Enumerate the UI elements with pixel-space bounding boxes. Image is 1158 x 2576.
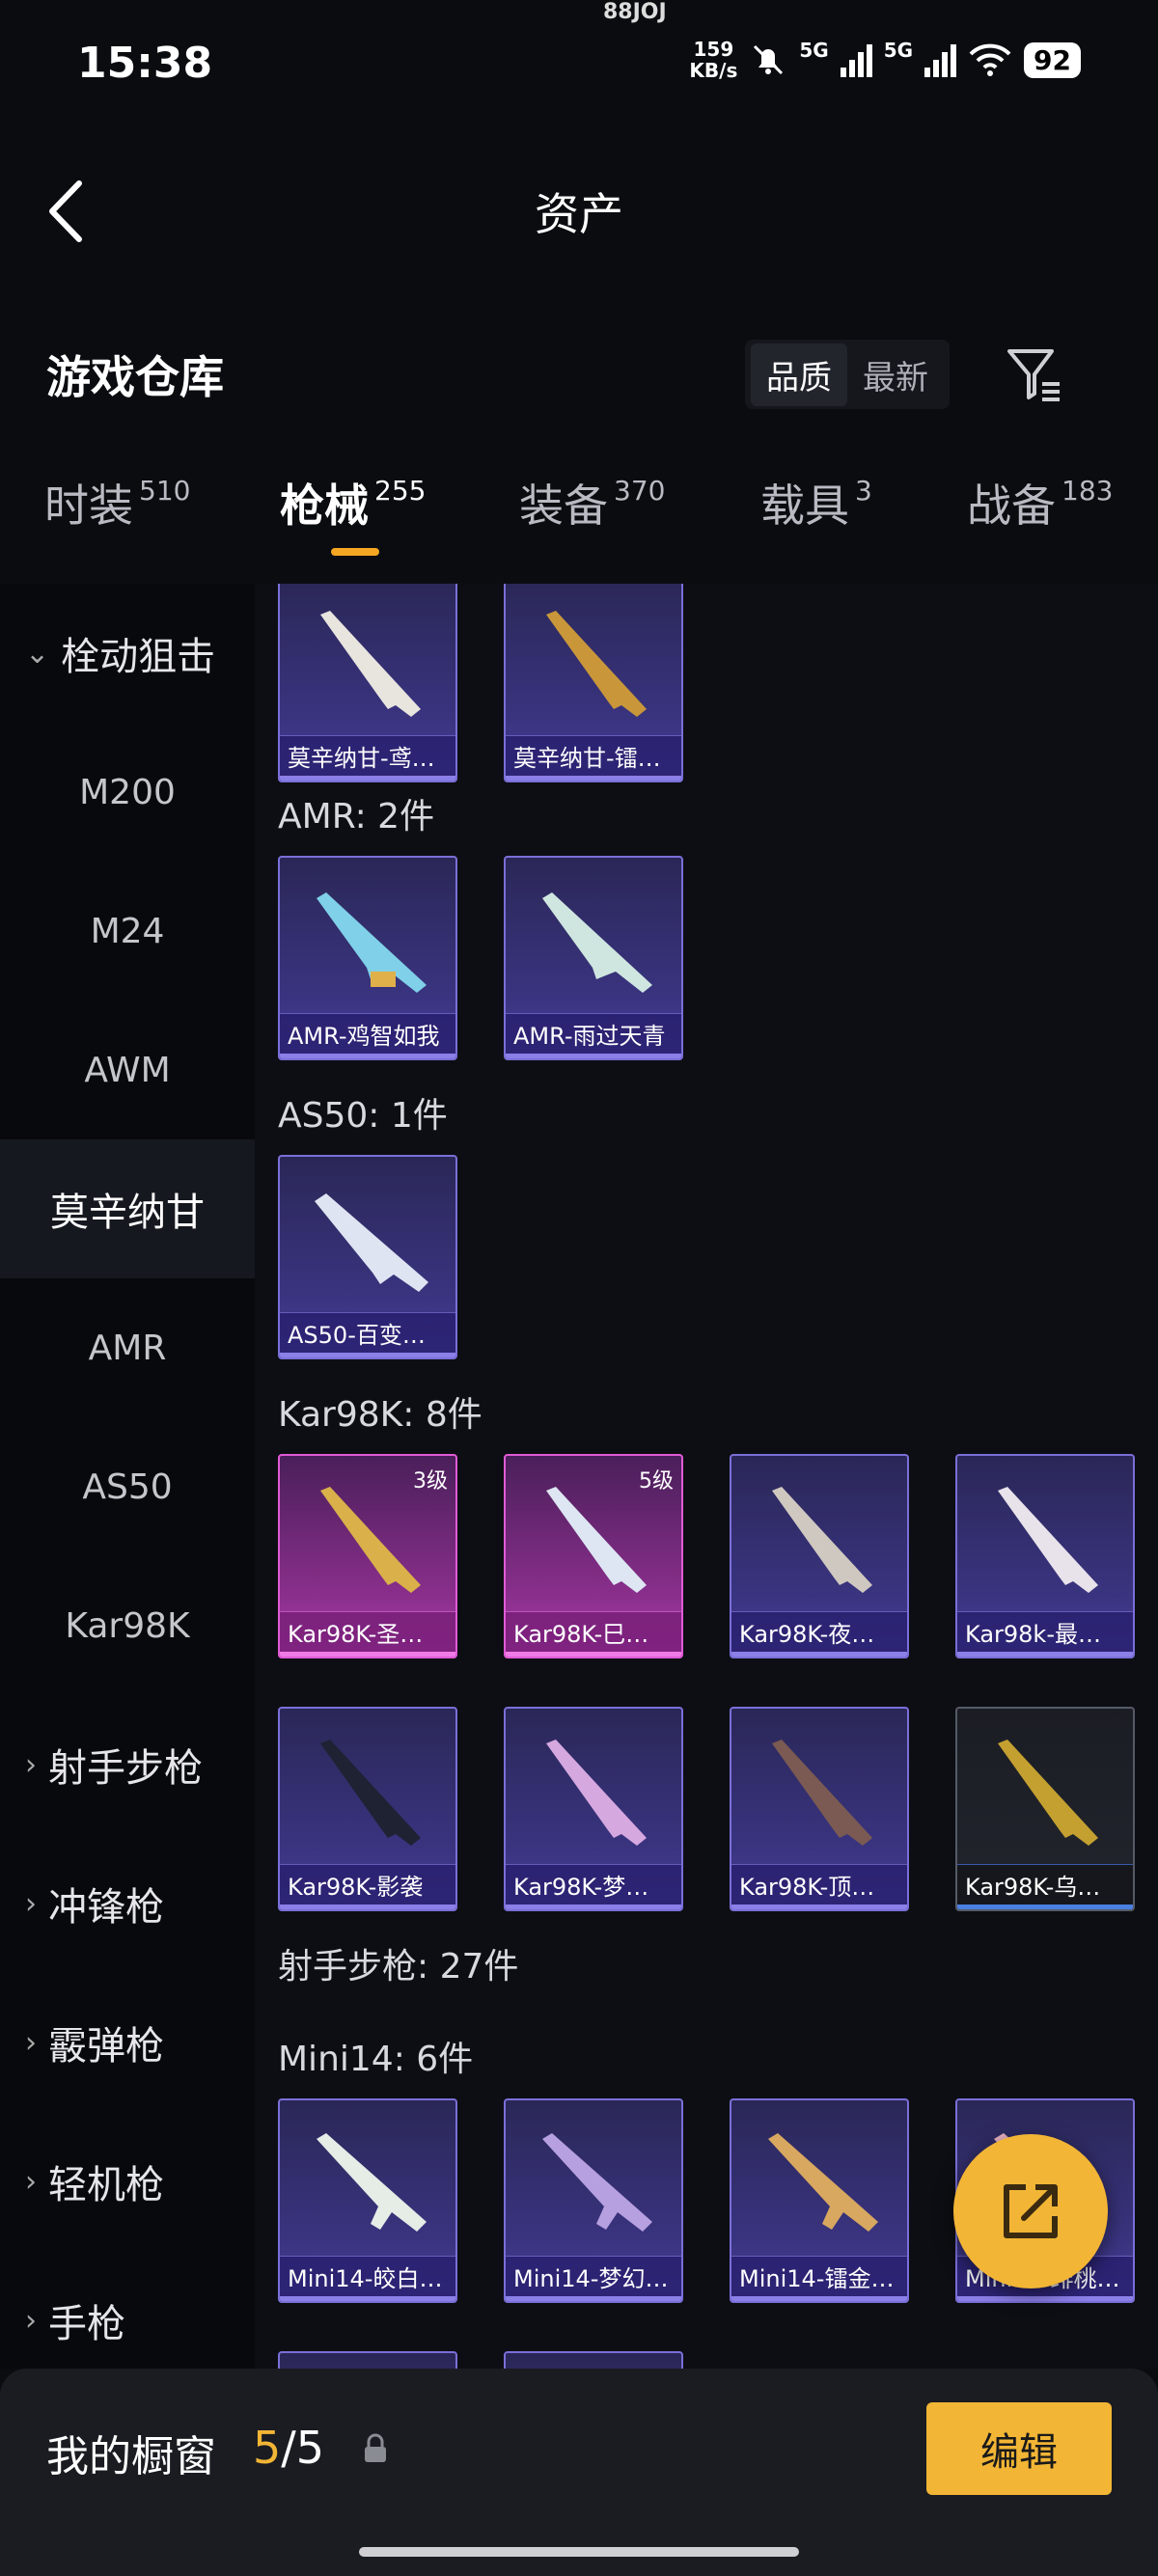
- signal-bars-icon: [840, 42, 872, 77]
- sidebar-item-m200[interactable]: M200: [0, 723, 255, 862]
- rifle-icon: [546, 1740, 647, 1846]
- weapon-card[interactable]: AMR-鸡智如我: [278, 856, 457, 1060]
- mute-bell-icon: [754, 44, 784, 75]
- group-title-kar98k: Kar98K: 8件: [278, 1395, 482, 1435]
- sort-quality-option[interactable]: 品质: [751, 343, 847, 406]
- rifle-icon: [317, 892, 427, 993]
- sidebar-item-marksman[interactable]: › 射手步枪: [0, 1695, 255, 1834]
- share-button[interactable]: [953, 2134, 1108, 2288]
- rifle-icon: [772, 1487, 872, 1593]
- share-icon: [1004, 2184, 1058, 2238]
- sidebar-item-kar98k[interactable]: Kar98K: [0, 1556, 255, 1695]
- rifle-icon: [317, 2133, 427, 2232]
- sidebar-item-lmg[interactable]: › 轻机枪: [0, 2112, 255, 2251]
- rifle-icon: [546, 611, 647, 717]
- signal-5g-label-2: 5G: [883, 39, 914, 62]
- rifle-icon: [546, 1487, 647, 1593]
- weapon-card[interactable]: AMR-雨过天青: [504, 856, 683, 1060]
- sidebar-item-bolt-sniper[interactable]: ⌄ 栓动狙击: [0, 584, 255, 723]
- chevron-right-icon: ›: [25, 1747, 37, 1782]
- battery-indicator: 92: [1024, 41, 1081, 78]
- weapon-card[interactable]: Mini14-皎白…: [278, 2098, 457, 2303]
- weapon-card[interactable]: AS50-百变…: [278, 1155, 457, 1359]
- group-title-mini14: Mini14: 6件: [278, 2040, 474, 2079]
- showcase-count: 5/5: [253, 2422, 325, 2474]
- tab-equipment[interactable]: 装备 370: [519, 471, 665, 534]
- page-title: 资产: [535, 188, 623, 240]
- sidebar-item-amr[interactable]: AMR: [0, 1278, 255, 1417]
- group-title-marksman: 射手步枪: 27件: [278, 1947, 519, 1987]
- rifle-icon: [772, 1740, 872, 1846]
- weapon-card[interactable]: Mini14-镭金…: [730, 2098, 909, 2303]
- weapon-card[interactable]: 莫辛纳甘-鸢…: [278, 584, 457, 782]
- weapon-card[interactable]: Kar98K-影袭: [278, 1707, 457, 1911]
- chevron-down-icon: ⌄: [25, 636, 50, 671]
- signal-bars-icon-2: [924, 42, 957, 77]
- status-time: 15:38: [77, 39, 213, 88]
- weapon-card[interactable]: Kar98k-最…: [955, 1454, 1135, 1658]
- rifle-icon: [320, 1487, 421, 1593]
- weapon-card[interactable]: [278, 2351, 457, 2369]
- rifle-icon: [320, 1740, 421, 1846]
- rifle-icon: [542, 2133, 652, 2232]
- home-indicator[interactable]: [359, 2547, 799, 2557]
- chevron-right-icon: ›: [25, 2303, 37, 2338]
- filter-icon[interactable]: [1004, 343, 1065, 405]
- sidebar-item-m24[interactable]: M24: [0, 862, 255, 1000]
- weapon-card[interactable]: 莫辛纳甘-镭…: [504, 584, 683, 782]
- weapon-card[interactable]: Kar98K-梦…: [504, 1707, 683, 1911]
- sidebar-item-smg[interactable]: › 冲锋枪: [0, 1834, 255, 1973]
- weapon-category-sidebar: ⌄ 栓动狙击 M200 M24 AWM 莫辛纳甘 AMR AS50 Kar98K …: [0, 584, 255, 2369]
- weapon-card[interactable]: Kar98K-夜…: [730, 1454, 909, 1658]
- rifle-icon: [542, 892, 652, 993]
- rifle-icon: [768, 2133, 878, 2232]
- tab-supplies[interactable]: 战备 183: [967, 471, 1113, 534]
- weapon-grid: 莫辛纳甘-鸢… 莫辛纳甘-镭… AMR: 2件 AMR-鸡智如我 AMR-雨过天…: [255, 584, 1158, 2369]
- camera-notch-text: 88JOJ: [603, 0, 667, 24]
- showcase-label: 我的橱窗: [46, 2432, 216, 2481]
- edit-button[interactable]: 编辑: [926, 2402, 1112, 2495]
- tab-fashion[interactable]: 时装 510: [44, 471, 190, 534]
- sidebar-item-mosin[interactable]: 莫辛纳甘: [0, 1139, 255, 1278]
- weapon-card[interactable]: 3级 Kar98K-圣…: [278, 1454, 457, 1658]
- rifle-icon: [315, 1193, 428, 1292]
- section-title: 游戏仓库: [46, 351, 224, 403]
- rifle-icon: [998, 1740, 1098, 1846]
- rifle-icon: [320, 611, 421, 717]
- sort-toggle[interactable]: 品质 最新: [745, 340, 950, 409]
- weapon-card[interactable]: Kar98K-顶…: [730, 1707, 909, 1911]
- group-title-as50: AS50: 1件: [278, 1096, 448, 1136]
- signal-5g-label-1: 5G: [799, 39, 829, 62]
- sidebar-item-awm[interactable]: AWM: [0, 1000, 255, 1139]
- weapon-card[interactable]: 5级 Kar98K-巳…: [504, 1454, 683, 1658]
- sidebar-item-shotgun[interactable]: › 霰弹枪: [0, 1973, 255, 2112]
- chevron-right-icon: ›: [25, 2025, 37, 2060]
- rifle-icon: [998, 1487, 1098, 1593]
- lock-icon: [365, 2433, 386, 2462]
- weapon-card[interactable]: Kar98K-乌…: [955, 1707, 1135, 1911]
- sort-newest-option[interactable]: 最新: [847, 343, 944, 406]
- chevron-right-icon: ›: [25, 1886, 37, 1921]
- status-icons: 159 KB/s 5G 5G 92: [689, 39, 1081, 81]
- wifi-icon: [969, 43, 1011, 76]
- weapon-card[interactable]: Mini14-梦幻…: [504, 2098, 683, 2303]
- tab-firearms[interactable]: 枪械 255: [280, 471, 426, 534]
- net-speed: 159 KB/s: [689, 38, 738, 82]
- sidebar-item-as50[interactable]: AS50: [0, 1417, 255, 1556]
- category-tabs: 时装 510 枪械 255 装备 370 载具 3 战备 183: [0, 471, 1158, 558]
- chevron-right-icon: ›: [25, 2164, 37, 2199]
- active-tab-indicator: [331, 548, 379, 556]
- tab-vehicles[interactable]: 载具 3: [760, 471, 872, 534]
- weapon-card[interactable]: [504, 2351, 683, 2369]
- group-title-amr: AMR: 2件: [278, 797, 435, 836]
